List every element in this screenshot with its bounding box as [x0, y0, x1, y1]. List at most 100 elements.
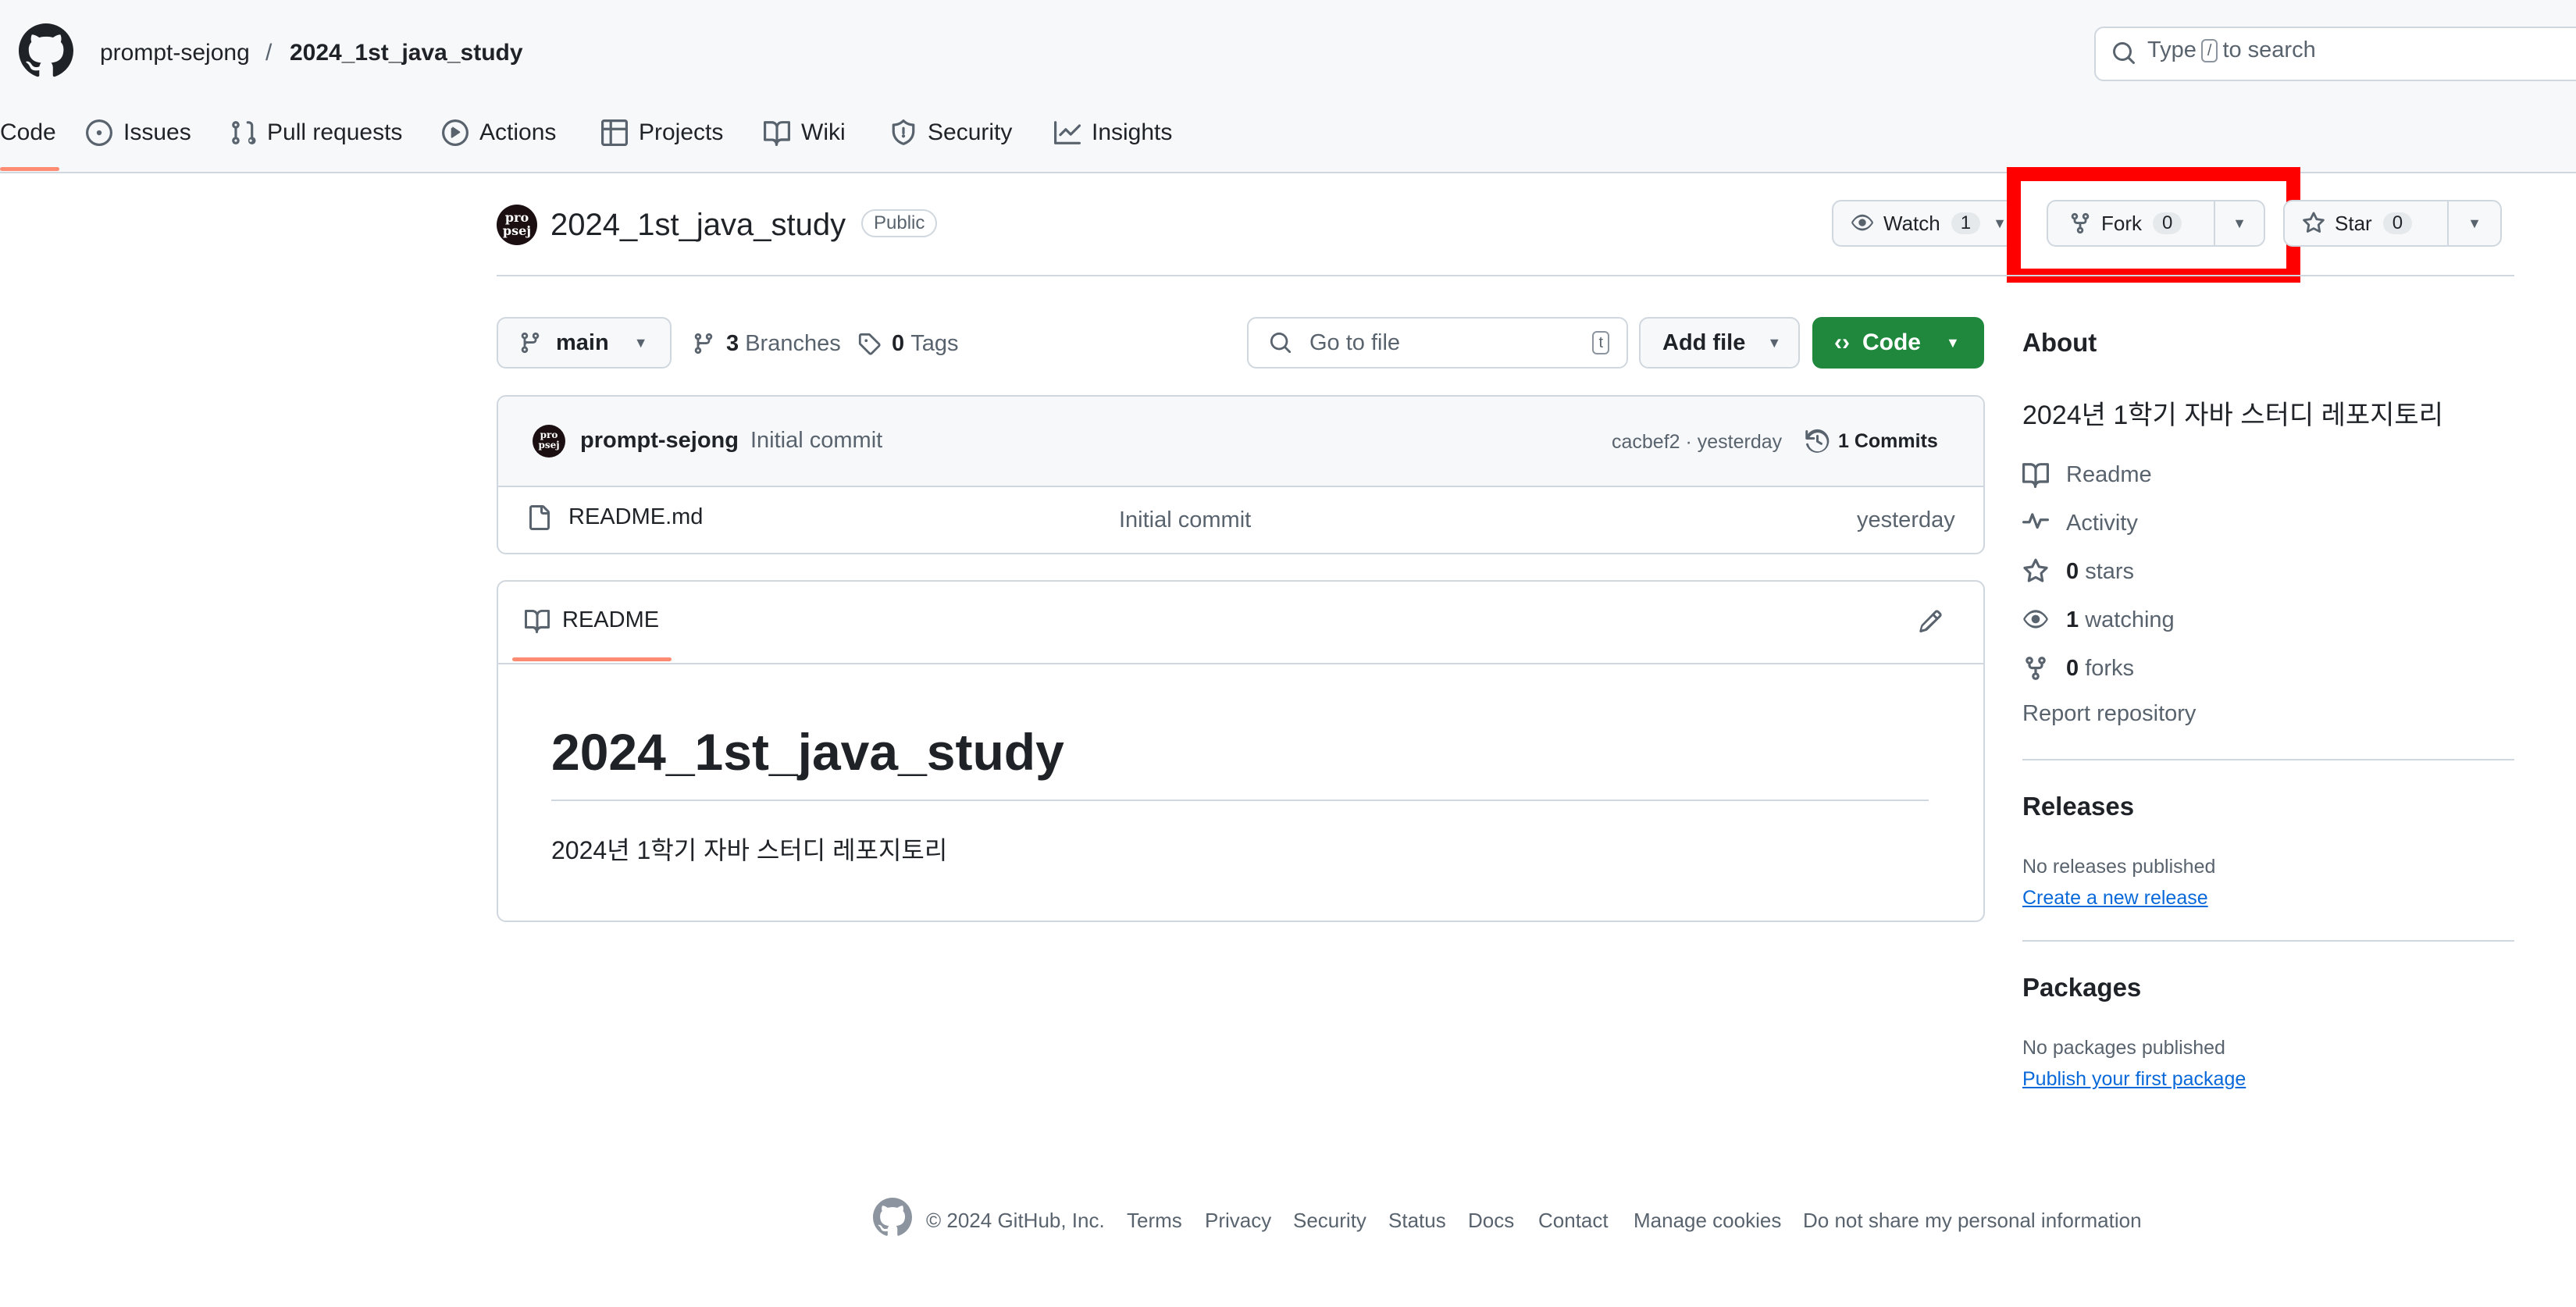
about-watching-count: 1	[2066, 607, 2079, 632]
breadcrumb-separator: /	[265, 40, 273, 66]
star-count: 0	[2382, 212, 2413, 234]
create-release-link[interactable]: Create a new release	[2022, 887, 2208, 910]
about-activity-link[interactable]: Activity	[2022, 507, 2138, 539]
global-search-input[interactable]: Type / to search	[2094, 27, 2576, 81]
tab-issues-label: Issues	[123, 119, 191, 145]
repo-forked-icon	[2026, 657, 2046, 680]
owner-avatar[interactable]: pro psej	[497, 205, 537, 245]
packages-title[interactable]: Packages	[2022, 973, 2141, 1003]
tab-projects[interactable]: Projects	[601, 116, 723, 150]
about-watching-link[interactable]: 1 watching	[2022, 604, 2175, 636]
visibility-badge: Public	[861, 209, 938, 237]
file-commit-message[interactable]: Initial commit	[1119, 507, 1251, 533]
branches-label: Branches	[745, 330, 841, 356]
chevron-down-icon: ▼	[2467, 215, 2482, 231]
commit-message[interactable]: Initial commit	[750, 428, 882, 454]
tag-icon	[858, 333, 881, 355]
about-stars-count: 0	[2066, 558, 2079, 584]
github-footer-logo-icon[interactable]	[873, 1198, 912, 1237]
about-stars-label: stars	[2085, 558, 2135, 584]
commit-author[interactable]: prompt-sejong	[580, 428, 739, 454]
avatar-text: pro psej	[502, 210, 532, 238]
commit-author-avatar[interactable]: pro psej	[533, 425, 565, 458]
about-watching-label: watching	[2085, 607, 2175, 632]
github-logo-icon[interactable]	[19, 23, 73, 78]
about-forks-link[interactable]: 0 forks	[2022, 653, 2134, 684]
table-icon	[601, 119, 628, 146]
tab-code[interactable]: Code	[0, 116, 56, 150]
footer-link-terms[interactable]: Terms	[1127, 1209, 1182, 1233]
repo-title[interactable]: 2024_1st_java_study	[550, 205, 846, 245]
book-icon	[525, 609, 550, 633]
about-title: About	[2022, 328, 2097, 357]
about-readme-link[interactable]: Readme	[2022, 459, 2152, 490]
book-icon	[764, 121, 790, 146]
tab-issues[interactable]: Issues	[86, 116, 191, 150]
readme-heading: 2024_1st_java_study	[551, 723, 1064, 781]
shield-icon	[892, 119, 915, 145]
readme-header-divider	[498, 663, 1983, 664]
releases-title[interactable]: Releases	[2022, 792, 2134, 821]
tab-wiki[interactable]: Wiki	[764, 116, 846, 150]
fork-count: 0	[2153, 212, 2182, 234]
commit-hash-time[interactable]: cacbef2 · yesterday	[1612, 431, 1782, 454]
watch-button[interactable]: Watch 1 ▼	[1832, 200, 2019, 247]
branch-selector[interactable]: main ▼	[497, 317, 672, 369]
eye-icon	[1851, 214, 1873, 231]
add-file-button[interactable]: Add file ▼	[1639, 317, 1800, 369]
footer-link-docs[interactable]: Docs	[1468, 1209, 1514, 1233]
readme-tab[interactable]: README	[525, 607, 659, 633]
sidebar-divider-2	[2022, 940, 2514, 942]
code-button[interactable]: ‹› Code ▼	[1812, 317, 1984, 369]
git-branch-icon	[521, 332, 540, 354]
footer-link-manage-cookies[interactable]: Manage cookies	[1634, 1209, 1781, 1233]
file-row[interactable]: README.md	[526, 504, 703, 530]
eye-icon	[2023, 610, 2048, 629]
footer-link-status[interactable]: Status	[1388, 1209, 1446, 1233]
commits-link[interactable]: 1 Commits	[1805, 426, 1938, 456]
footer-link-do-not-share[interactable]: Do not share my personal information	[1803, 1209, 2142, 1233]
breadcrumb-repo[interactable]: 2024_1st_java_study	[290, 37, 523, 69]
search-shortcut-key: /	[2200, 39, 2218, 63]
file-icon	[529, 504, 550, 530]
star-dropdown-button[interactable]: ▼	[2447, 200, 2502, 247]
search-placeholder-post: to search	[2222, 37, 2316, 62]
pulse-icon	[2022, 513, 2049, 529]
tags-link[interactable]: 0 Tags	[857, 328, 958, 359]
tab-pull-requests[interactable]: Pull requests	[230, 116, 402, 150]
readme-tab-underline	[512, 657, 672, 661]
readme-tab-label: README	[562, 607, 660, 632]
play-icon	[442, 119, 469, 146]
tab-insights[interactable]: Insights	[1054, 116, 1172, 150]
graph-icon	[1054, 121, 1081, 144]
footer-link-security[interactable]: Security	[1293, 1209, 1366, 1233]
tab-security[interactable]: Security	[890, 116, 1012, 150]
fork-button[interactable]: Fork 0	[2047, 200, 2215, 247]
branches-link[interactable]: 3 Branches	[692, 328, 841, 359]
fork-dropdown-button[interactable]: ▼	[2214, 200, 2265, 247]
footer-link-contact[interactable]: Contact	[1538, 1209, 1609, 1233]
footer-link-privacy[interactable]: Privacy	[1205, 1209, 1271, 1233]
sidebar-divider-1	[2022, 759, 2514, 760]
file-time: yesterday	[1857, 507, 1955, 532]
tab-pull-requests-label: Pull requests	[267, 119, 403, 145]
report-repository-link[interactable]: Report repository	[2022, 701, 2196, 727]
star-button[interactable]: Star 0	[2283, 200, 2449, 247]
file-name[interactable]: README.md	[568, 504, 703, 530]
tab-insights-label: Insights	[1092, 119, 1173, 145]
title-divider	[497, 275, 2514, 276]
repo-forked-icon	[2071, 212, 2090, 234]
readme-body: 2024년 1학기 자바 스터디 레포지토리	[551, 836, 948, 864]
tab-actions[interactable]: Actions	[442, 116, 556, 150]
publish-package-link[interactable]: Publish your first package	[2022, 1068, 2246, 1091]
branches-count: 3	[726, 330, 739, 356]
go-to-file-input[interactable]: Go to file t	[1247, 317, 1628, 369]
tab-security-label: Security	[928, 119, 1013, 145]
pencil-icon[interactable]	[1918, 609, 1943, 634]
about-forks-label: forks	[2085, 655, 2135, 681]
breadcrumb-owner[interactable]: prompt-sejong	[100, 37, 250, 69]
tab-wiki-label: Wiki	[801, 119, 846, 145]
search-icon	[1270, 332, 1292, 354]
history-icon	[1805, 429, 1830, 453]
about-stars-link[interactable]: 0 stars	[2022, 556, 2134, 587]
